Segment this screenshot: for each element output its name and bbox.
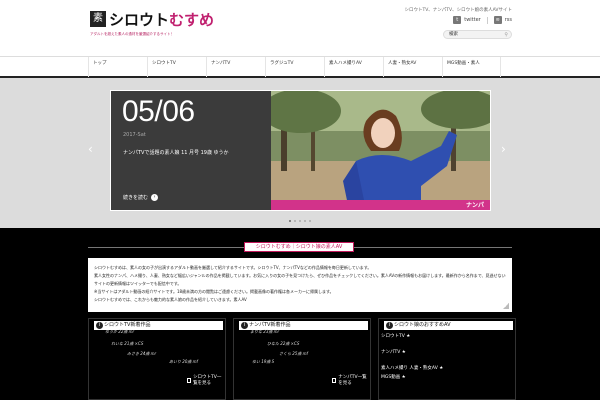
search-icon[interactable]: ⚲ [504,32,508,38]
social-links: t twitter ≋ rss [453,16,512,24]
nav-item[interactable]: MGS動画・素人 [442,57,501,77]
intro-box: シロウトむすめは、素人の女の子が出演するアダルト動画を厳選して紹介するサイトです… [88,258,512,312]
photo-badge [271,200,490,210]
read-more-link[interactable]: 続きを読む › [123,194,159,201]
nav-item[interactable]: トップ [88,57,147,77]
nav-item[interactable]: ナンパTV [206,57,265,77]
view-all-link[interactable]: ナンパTV一覧を見る [332,374,370,386]
rss-icon: ≋ [493,16,502,24]
featured-slide[interactable]: 05/06 2017-Sat ナンパTVで話題の素人娘 11 月号 19歳 ゆう… [110,90,491,211]
content-column: i ナンパTV新着作品 まりな 23歳 mr ひなた 22歳 ×CS さくら 25歳 m… [233,318,371,400]
slider-dot[interactable] [294,220,296,222]
site-logo[interactable]: 素 シロウトむすめ [90,9,214,29]
intro-line: シロウトむすめは、素人の女の子が出演するアダルト動画を厳選して紹介するサイトです… [94,265,372,270]
column-item[interactable]: ゆい 19歳 S [252,359,274,365]
slide-day: 2017-Sat [123,132,146,138]
slide-info: 05/06 2017-Sat ナンパTVで話題の素人娘 11 月号 19歳 ゆう… [111,91,271,210]
site-description: シロウトTV、ナンパTV、シロウト娘の素人AVサイト [404,8,512,13]
view-all-label: ナンパTV一覧を見る [338,375,367,386]
content-column: i シロウト娘のおすすめAV シロウトTV ★ ナンパTV ★ 素人ハメ撮り 人妻・熟女… [378,318,516,400]
column-item[interactable]: ひなた 22歳 ×CS [267,341,299,347]
slider-prev-icon[interactable]: ‹ [88,142,93,156]
info-icon: i [96,322,103,329]
logo-mark: 素 [90,11,106,27]
search-placeholder: 検索 [449,32,458,37]
twitter-link[interactable]: t twitter [453,16,481,24]
logo-text-main: シロウト [109,10,170,29]
slider-dot[interactable] [304,220,306,222]
rss-label: rss [504,17,512,23]
content-column: i シロウトTV新着作品 ゆうか 22歳 mr れいな 21歳 ×CS みさき 24歳 … [88,318,226,400]
rss-link[interactable]: ≋ rss [493,16,512,24]
column-item[interactable]: あいり 20歳 mf [169,359,198,365]
section-title: シロウトむすめ｜シロウト娘の素人AV [244,242,354,252]
view-all-label: シロウトTV一覧を見る [193,375,222,386]
column-item[interactable]: まりな 23歳 mr [250,329,279,335]
view-all-link[interactable]: シロウトTV一覧を見る [187,374,225,386]
grid-icon [332,377,337,383]
twitter-icon: t [453,16,462,24]
slide-photo-image [271,91,490,210]
column-title-text: シロウト娘のおすすめAV [394,322,451,328]
logo-text-accent: むすめ [169,10,215,29]
nav-items: トップ シロウトTV ナンパTV ラグジュTV 素人ハメ撮りAV 人妻・熟女AV MGS動画… [88,57,501,77]
column-title-text: ナンパTV新着作品 [249,322,291,328]
recommend-item[interactable]: 素人ハメ撮り 人妻・熟女AV ★ [381,365,443,371]
photo-badge-label: ナンパ [465,202,484,209]
column-title: i シロウト娘のおすすめAV [384,321,513,330]
nav-item[interactable]: 人妻・熟女AV [383,57,442,77]
twitter-label: twitter [464,17,481,23]
main-nav: トップ シロウトTV ナンパTV ラグジュTV 素人ハメ撮りAV 人妻・熟女AV MGS動画… [0,56,600,78]
column-title-text: シロウトTV新着作品 [104,322,151,328]
nav-item[interactable]: シロウトTV [147,57,206,77]
site-tagline: アダルトを超えた素人の逸材を厳選紹介するサイト！ [90,32,174,36]
intro-line: ※当サイトはアダルト動画の紹介サイトです。18歳未満の方の閲覧はご遠慮ください。… [94,289,334,294]
slider-dot[interactable] [289,220,291,222]
recommend-item[interactable]: シロウトTV ★ [381,333,410,339]
recommend-item[interactable]: MGS動画 ★ [381,374,406,380]
slider-dot[interactable] [309,220,311,222]
info-icon: i [241,322,248,329]
slider-dot[interactable] [299,220,301,222]
read-more-label: 続きを読む [123,195,149,201]
slide-title[interactable]: ナンパTVで話題の素人娘 11 月号 19歳 ゆうか [123,149,263,156]
intro-line: 素人女性のナンパ、ハメ撮り、人妻、熟女など幅広いジャンルの作品を掲載しています。… [94,273,506,278]
site-header: 素 シロウトむすめ アダルトを超えた素人の逸材を厳選紹介するサイト！ シロウトT… [0,0,600,56]
logo-text: シロウトむすめ [109,9,214,30]
nav-item[interactable]: 素人ハメ撮りAV [324,57,383,77]
search-input[interactable]: 検索 ⚲ [443,30,512,39]
recommend-item[interactable]: ナンパTV ★ [381,349,406,355]
slide-photo[interactable]: ナンパ [271,91,490,210]
slider-next-icon[interactable]: › [501,142,506,156]
resize-corner-icon [503,303,509,309]
arrow-right-icon: › [151,194,159,201]
social-divider [486,16,488,24]
column-item[interactable]: れいな 21歳 ×CS [111,341,143,347]
grid-icon [187,377,192,383]
column-item[interactable]: さくら 25歳 mf [279,351,308,357]
column-item[interactable]: ゆうか 22歳 mr [105,329,134,335]
intro-line: シロウトむすめでは、これからも魅力的な素人娘の作品を紹介していきます。素人AV [94,297,247,302]
slide-date: 05/06 [122,95,195,128]
nav-item[interactable]: ラグジュTV [265,57,324,77]
slider-dots [289,220,311,222]
page: 素 シロウトむすめ アダルトを超えた素人の逸材を厳選紹介するサイト！ シロウトT… [0,0,600,400]
intro-line: サイトの更新情報はツイッターでも配信中です。 [94,281,182,286]
info-icon: i [386,322,393,329]
column-item[interactable]: みさき 24歳 mr [127,351,156,357]
